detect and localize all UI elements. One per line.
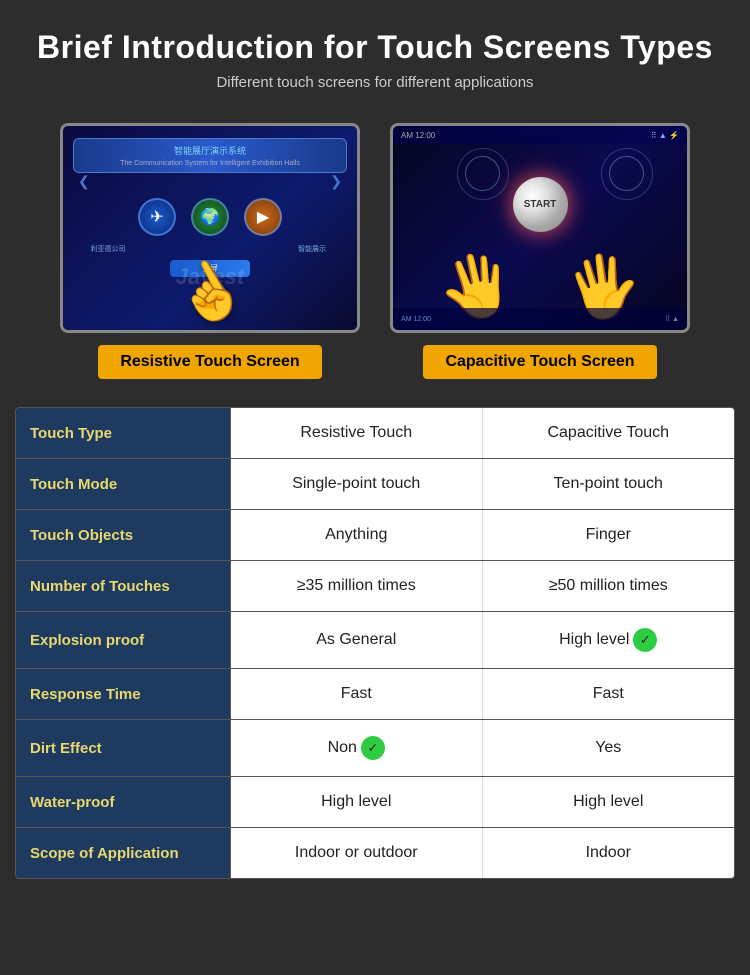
table-row: Response TimeFastFast <box>16 669 734 720</box>
resistive-screen-label: Resistive Touch Screen <box>98 345 321 379</box>
table-row: Explosion proofAs GeneralHigh level✓ <box>16 612 734 669</box>
capacitive-screen-frame: AM 12:00 ⠿ ▲ ⚡ START <box>390 123 690 333</box>
table-body: Touch TypeResistive TouchCapacitive Touc… <box>16 408 734 878</box>
table-row: Dirt EffectNon✓Yes <box>16 720 734 777</box>
screens-comparison: 智能展厅演示系统The Communication System for Int… <box>0 103 750 389</box>
table-label-1: Touch Mode <box>16 459 231 509</box>
table-label-0: Touch Type <box>16 408 231 458</box>
table-row: Touch ObjectsAnythingFinger <box>16 510 734 561</box>
resistive-screen-card: 智能展厅演示系统The Communication System for Int… <box>60 123 360 379</box>
table-resistive-4: As General <box>231 612 483 668</box>
table-label-7: Water-proof <box>16 777 231 827</box>
table-capacitive-5: Fast <box>483 669 735 719</box>
table-capacitive-0: Capacitive Touch <box>483 408 735 458</box>
table-capacitive-6: Yes <box>483 720 735 776</box>
res-icons-row: ✈ 🌍 ▶ <box>73 198 347 236</box>
table-capacitive-2: Finger <box>483 510 735 560</box>
table-row: Water-proofHigh levelHigh level <box>16 777 734 828</box>
table-resistive-5: Fast <box>231 669 483 719</box>
res-icon-2: 🌍 <box>191 198 229 236</box>
table-resistive-2: Anything <box>231 510 483 560</box>
table-label-5: Response Time <box>16 669 231 719</box>
table-row: Touch ModeSingle-point touchTen-point to… <box>16 459 734 510</box>
res-title-bar: 智能展厅演示系统The Communication System for Int… <box>73 138 347 173</box>
table-resistive-1: Single-point touch <box>231 459 483 509</box>
table-row: Number of Touches≥35 million times≥50 mi… <box>16 561 734 612</box>
comparison-table: Touch TypeResistive TouchCapacitive Touc… <box>15 407 735 879</box>
cap-main-area: START <box>393 144 687 264</box>
res-icon-3: ▶ <box>244 198 282 236</box>
resistive-screen-frame: 智能展厅演示系统The Communication System for Int… <box>60 123 360 333</box>
cap-bottom-bar: AM 12:00 ⠿ ▲ <box>393 308 687 330</box>
res-arrows: ❮ ❯ <box>73 173 347 190</box>
resistive-screen-content: 智能展厅演示系统The Communication System for Int… <box>63 126 357 330</box>
table-resistive-7: High level <box>231 777 483 827</box>
capacitive-screen-label: Capacitive Touch Screen <box>423 345 656 379</box>
table-label-2: Touch Objects <box>16 510 231 560</box>
capacitive-screen-content: AM 12:00 ⠿ ▲ ⚡ START <box>393 126 687 330</box>
page-subtitle: Different touch screens for different ap… <box>20 74 730 91</box>
table-label-4: Explosion proof <box>16 612 231 668</box>
res-icon-1: ✈ <box>138 198 176 236</box>
table-resistive-8: Indoor or outdoor <box>231 828 483 878</box>
green-checkmark-icon: ✓ <box>361 736 385 760</box>
table-row: Touch TypeResistive TouchCapacitive Touc… <box>16 408 734 459</box>
table-resistive-6: Non✓ <box>231 720 483 776</box>
page-header: Brief Introduction for Touch Screens Typ… <box>0 0 750 103</box>
table-row: Scope of ApplicationIndoor or outdoorInd… <box>16 828 734 878</box>
table-capacitive-3: ≥50 million times <box>483 561 735 611</box>
capacitive-screen-card: AM 12:00 ⠿ ▲ ⚡ START <box>390 123 690 379</box>
table-capacitive-1: Ten-point touch <box>483 459 735 509</box>
start-button-display: START <box>513 177 568 232</box>
table-capacitive-7: High level <box>483 777 735 827</box>
table-capacitive-4: High level✓ <box>483 612 735 668</box>
cap-top-bar: AM 12:00 ⠿ ▲ ⚡ <box>393 126 687 144</box>
table-resistive-3: ≥35 million times <box>231 561 483 611</box>
table-label-3: Number of Touches <box>16 561 231 611</box>
green-checkmark-icon: ✓ <box>633 628 657 652</box>
table-resistive-0: Resistive Touch <box>231 408 483 458</box>
page-title: Brief Introduction for Touch Screens Typ… <box>20 28 730 66</box>
table-label-6: Dirt Effect <box>16 720 231 776</box>
table-capacitive-8: Indoor <box>483 828 735 878</box>
table-label-8: Scope of Application <box>16 828 231 878</box>
